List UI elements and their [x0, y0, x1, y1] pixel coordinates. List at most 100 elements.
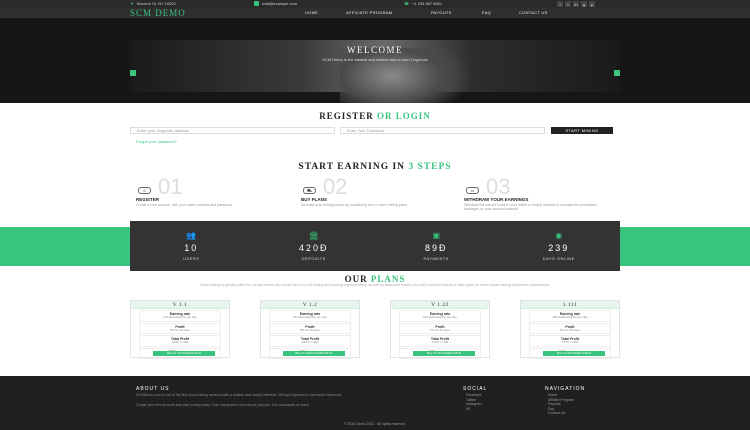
row-value: 240% in 30d: [301, 340, 319, 344]
stat-users: 👥 10 USERS: [130, 221, 253, 271]
plan-card: 1.111 Earning rate 100 Hashrate(H/s) per …: [520, 300, 620, 359]
plan-name: V 1.1: [131, 301, 229, 309]
google-icon[interactable]: g: [581, 1, 587, 7]
buy-plan-button[interactable]: Buy for 25 DOGECOIN Đ: [413, 351, 475, 356]
phone-text[interactable]: +1 234 567 8901: [412, 1, 442, 6]
plan-profit-row: Profit 8% for 30 days: [269, 322, 351, 334]
users-icon: 👥: [186, 230, 197, 240]
site-logo[interactable]: SCM DEMO: [130, 8, 186, 18]
plan-card: V 1.1 Earning rate 10 Hashrate(H/s) per d…: [130, 300, 230, 359]
plan-rate-row: Earning rate 50 Hashrate(H/s) per day: [269, 310, 351, 322]
linkedin-icon[interactable]: in: [573, 1, 579, 7]
step-buy-plans: 02 ⛟ BUY PLANS Increase your mining powe…: [295, 176, 445, 216]
row-value: 210% in 30d: [431, 340, 449, 344]
plan-total-row: Total Profit 240% in 30d: [269, 335, 351, 347]
stat-value: 239: [548, 242, 570, 253]
phone-info[interactable]: ☎ +1 234 567 8901: [404, 1, 442, 6]
plan-rate-row: Earning rate 10 Hashrate(H/s) per day: [139, 310, 221, 322]
password-input[interactable]: Enter Your Password: [340, 127, 545, 134]
register-title: REGISTER OR LOGIN: [0, 111, 750, 121]
buy-plan-button[interactable]: Buy for 1000 DOGECOIN Đ: [283, 351, 345, 356]
facebook-icon[interactable]: f: [557, 1, 563, 7]
row-value: 150% in 30d: [171, 340, 189, 344]
slider-prev-button[interactable]: ‹: [130, 70, 136, 76]
page: ▼ Broome St, NY 10002 mail@example.com ☎…: [0, 0, 750, 430]
plan-card: V 1.22 Earning rate 80 Hashrate(H/s) per …: [390, 300, 490, 359]
plan-total-row: Total Profit 270% in 30d: [529, 335, 611, 347]
step-number: 01: [158, 174, 183, 199]
nav-home[interactable]: HOME: [305, 10, 318, 15]
stat-label: USERS: [183, 255, 200, 261]
forgot-password-link[interactable]: Forgot your password?: [136, 139, 177, 144]
steps-title-a: START EARNING IN: [298, 162, 406, 172]
step-number: 02: [323, 174, 348, 199]
twitter-icon[interactable]: t: [565, 1, 571, 7]
stat-label: DAYS ONLINE: [542, 255, 575, 261]
row-value: 8% for 30 days: [299, 327, 320, 332]
footer-social-vk[interactable]: VK: [466, 407, 471, 412]
plan-total-row: Total Profit 150% in 30d: [139, 335, 221, 347]
row-value: 50 Hashrate(H/s) per day: [293, 315, 327, 319]
address-input[interactable]: Enter your Dogecoin address: [130, 127, 335, 134]
steps-title: START EARNING IN 3 STEPS: [0, 162, 750, 172]
email-info[interactable]: mail@example.com: [254, 1, 297, 6]
slider-next-button[interactable]: ›: [614, 70, 620, 76]
copyright: © SCM Demo 2021 . All rights reserved.: [343, 422, 407, 426]
wallet-icon: ▭: [466, 187, 479, 194]
clock-icon: ◉: [555, 230, 563, 240]
row-value: 7% for 30 days: [429, 327, 450, 332]
row-value: 10 Hashrate(H/s) per day: [163, 315, 197, 319]
step-text: Increase your mining power by purchasing…: [301, 203, 408, 207]
mail-icon: [254, 1, 259, 6]
row-value: 5% for 30 days: [169, 327, 190, 332]
nav-contact-us[interactable]: CONTACT US: [519, 10, 548, 15]
steps-title-b: 3 STEPS: [408, 162, 452, 172]
pinterest-icon[interactable]: p: [589, 1, 595, 7]
money-icon: ▣: [432, 230, 441, 240]
location-icon: ▼: [130, 1, 134, 6]
user-icon: ☺: [138, 187, 151, 194]
hero-title: WELCOME: [347, 45, 403, 55]
about-us-text-2: Create your free account and start minin…: [136, 403, 310, 407]
row-value: 100 Hashrate(H/s) per day: [552, 315, 588, 319]
nav-payouts[interactable]: PAYOUTS: [431, 10, 452, 15]
buy-plan-button[interactable]: Buy for 50 DOGECOIN Đ: [543, 351, 605, 356]
address-text: Broome St, NY 10002: [136, 1, 176, 6]
phone-icon: ☎: [404, 1, 409, 6]
plan-name: 1.111: [521, 301, 619, 309]
buy-plan-button[interactable]: Buy for 10 DOGECOIN Đ: [153, 351, 215, 356]
plan-profit-row: Profit 5% for 30 days: [139, 322, 221, 334]
hero-banner: WELCOME SCM Demo is the easiest and fast…: [0, 18, 750, 103]
register-title-b: OR LOGIN: [377, 111, 431, 121]
step-withdraw: 03 ▭ WITHDRAW YOUR EARNINGS Withdraw the…: [458, 176, 608, 216]
step-text: Create a new account, with your wallet a…: [136, 203, 233, 207]
step-title: REGISTER: [136, 197, 160, 202]
stat-label: DEPOSITS: [301, 255, 326, 261]
email-text[interactable]: mail@example.com: [262, 1, 297, 6]
stat-days-online: ◉ 239 DAYS ONLINE: [498, 221, 621, 271]
plan-name: V 1.2: [261, 301, 359, 309]
stats-panel: 👥 10 USERS 🏛 420Đ DEPOSITS ▣ 89Đ PAYMENT…: [130, 221, 620, 271]
footer-nav-contact[interactable]: Contact Us: [548, 411, 565, 416]
step-title: BUY PLANS: [301, 197, 327, 202]
about-us-title: ABOUT US: [136, 386, 170, 392]
step-number: 03: [486, 174, 511, 199]
step-register: 01 ☺ REGISTER Create a new account, with…: [130, 176, 280, 216]
plan-rate-row: Earning rate 80 Hashrate(H/s) per day: [399, 310, 481, 322]
nav-faq[interactable]: FAQ: [482, 10, 491, 15]
plan-profit-row: Profit 9% for 30 days: [529, 322, 611, 334]
row-value: 270% in 30d: [561, 340, 579, 344]
bank-icon: 🏛: [308, 230, 319, 240]
stat-payments: ▣ 89Đ PAYMENTS: [375, 221, 498, 271]
register-title-a: REGISTER: [319, 111, 374, 121]
navigation-title: NAVIGATION: [545, 386, 586, 392]
top-info-bar: ▼ Broome St, NY 10002 mail@example.com ☎…: [0, 0, 750, 8]
nav-affiliate-program[interactable]: AFFILIATE PROGRAM: [346, 10, 392, 15]
row-value: 9% for 30 days: [559, 327, 580, 332]
start-mining-button[interactable]: START MINING: [551, 127, 613, 134]
plan-rate-row: Earning rate 100 Hashrate(H/s) per day: [529, 310, 611, 322]
plan-card: V 1.2 Earning rate 50 Hashrate(H/s) per d…: [260, 300, 360, 359]
cart-icon: ⛟: [303, 187, 316, 194]
address-info: ▼ Broome St, NY 10002: [130, 1, 176, 6]
plan-total-row: Total Profit 210% in 30d: [399, 335, 481, 347]
